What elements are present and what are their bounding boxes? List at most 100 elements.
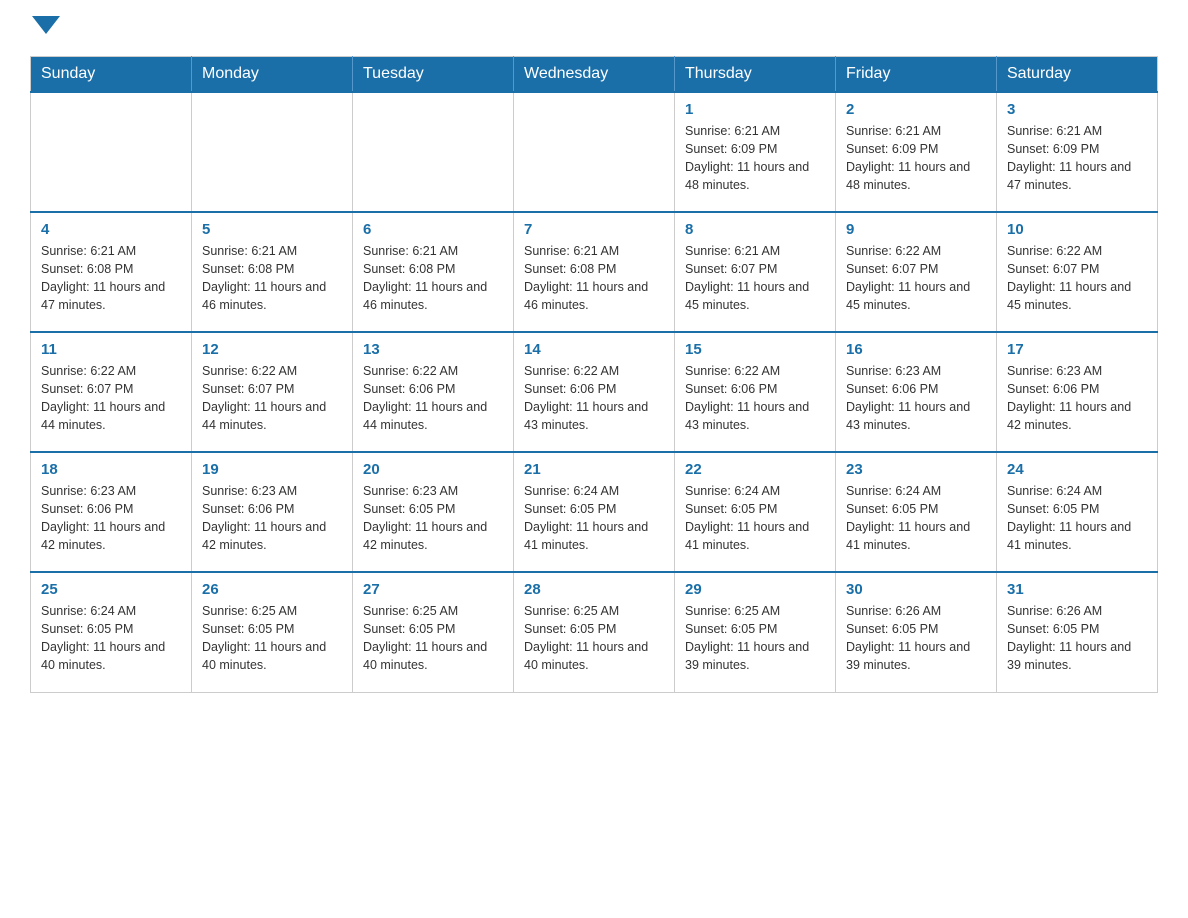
day-info: Sunrise: 6:21 AMSunset: 6:09 PMDaylight:… — [685, 122, 825, 195]
calendar-cell: 30 Sunrise: 6:26 AMSunset: 6:05 PMDayligh… — [836, 572, 997, 692]
day-number: 27 — [363, 581, 503, 598]
calendar-cell: 6 Sunrise: 6:21 AMSunset: 6:08 PMDaylight… — [353, 212, 514, 332]
calendar-cell: 2 Sunrise: 6:21 AMSunset: 6:09 PMDaylight… — [836, 92, 997, 212]
calendar-cell: 21 Sunrise: 6:24 AMSunset: 6:05 PMDayligh… — [514, 452, 675, 572]
page-header — [30, 20, 1158, 36]
day-number: 7 — [524, 221, 664, 238]
day-number: 25 — [41, 581, 181, 598]
day-info: Sunrise: 6:23 AMSunset: 6:06 PMDaylight:… — [1007, 362, 1147, 435]
day-info: Sunrise: 6:25 AMSunset: 6:05 PMDaylight:… — [524, 602, 664, 675]
calendar-cell: 18 Sunrise: 6:23 AMSunset: 6:06 PMDayligh… — [31, 452, 192, 572]
day-number: 23 — [846, 461, 986, 478]
day-number: 6 — [363, 221, 503, 238]
weekday-header-tuesday: Tuesday — [353, 57, 514, 93]
day-info: Sunrise: 6:22 AMSunset: 6:07 PMDaylight:… — [846, 242, 986, 315]
day-info: Sunrise: 6:25 AMSunset: 6:05 PMDaylight:… — [685, 602, 825, 675]
day-info: Sunrise: 6:23 AMSunset: 6:06 PMDaylight:… — [41, 482, 181, 555]
calendar-cell: 4 Sunrise: 6:21 AMSunset: 6:08 PMDaylight… — [31, 212, 192, 332]
weekday-header-row: SundayMondayTuesdayWednesdayThursdayFrid… — [31, 57, 1158, 93]
day-info: Sunrise: 6:24 AMSunset: 6:05 PMDaylight:… — [1007, 482, 1147, 555]
calendar-week-1: 1 Sunrise: 6:21 AMSunset: 6:09 PMDaylight… — [31, 92, 1158, 212]
day-info: Sunrise: 6:21 AMSunset: 6:08 PMDaylight:… — [363, 242, 503, 315]
calendar-cell — [514, 92, 675, 212]
calendar-cell: 23 Sunrise: 6:24 AMSunset: 6:05 PMDayligh… — [836, 452, 997, 572]
day-number: 4 — [41, 221, 181, 238]
calendar-cell: 19Sunrise: 6:23 AMSunset: 6:06 PMDayligh… — [192, 452, 353, 572]
calendar-week-4: 18 Sunrise: 6:23 AMSunset: 6:06 PMDayligh… — [31, 452, 1158, 572]
day-info: Sunrise: 6:26 AMSunset: 6:05 PMDaylight:… — [846, 602, 986, 675]
day-number: 13 — [363, 341, 503, 358]
calendar-cell — [31, 92, 192, 212]
day-number: 11 — [41, 341, 181, 358]
day-number: 8 — [685, 221, 825, 238]
calendar-cell: 9 Sunrise: 6:22 AMSunset: 6:07 PMDaylight… — [836, 212, 997, 332]
calendar-cell: 7 Sunrise: 6:21 AMSunset: 6:08 PMDaylight… — [514, 212, 675, 332]
day-number: 18 — [41, 461, 181, 478]
calendar-cell: 29 Sunrise: 6:25 AMSunset: 6:05 PMDayligh… — [675, 572, 836, 692]
calendar-cell: 13 Sunrise: 6:22 AMSunset: 6:06 PMDayligh… — [353, 332, 514, 452]
day-info: Sunrise: 6:22 AMSunset: 6:07 PMDaylight:… — [202, 362, 342, 435]
calendar-week-2: 4 Sunrise: 6:21 AMSunset: 6:08 PMDaylight… — [31, 212, 1158, 332]
day-number: 15 — [685, 341, 825, 358]
day-number: 14 — [524, 341, 664, 358]
day-number: 3 — [1007, 101, 1147, 118]
calendar-cell: 20Sunrise: 6:23 AMSunset: 6:05 PMDayligh… — [353, 452, 514, 572]
calendar-cell: 28 Sunrise: 6:25 AMSunset: 6:05 PMDayligh… — [514, 572, 675, 692]
weekday-header-sunday: Sunday — [31, 57, 192, 93]
day-info: Sunrise: 6:23 AMSunset: 6:05 PMDaylight:… — [363, 482, 503, 555]
weekday-header-saturday: Saturday — [997, 57, 1158, 93]
day-info: Sunrise: 6:23 AMSunset: 6:06 PMDaylight:… — [202, 482, 342, 555]
calendar-cell: 24 Sunrise: 6:24 AMSunset: 6:05 PMDayligh… — [997, 452, 1158, 572]
calendar-cell — [192, 92, 353, 212]
calendar-week-5: 25 Sunrise: 6:24 AMSunset: 6:05 PMDayligh… — [31, 572, 1158, 692]
day-number: 12 — [202, 341, 342, 358]
day-number: 31 — [1007, 581, 1147, 598]
calendar-cell: 14 Sunrise: 6:22 AMSunset: 6:06 PMDayligh… — [514, 332, 675, 452]
calendar-cell: 5 Sunrise: 6:21 AMSunset: 6:08 PMDaylight… — [192, 212, 353, 332]
calendar-cell: 8 Sunrise: 6:21 AMSunset: 6:07 PMDaylight… — [675, 212, 836, 332]
day-info: Sunrise: 6:22 AMSunset: 6:06 PMDaylight:… — [363, 362, 503, 435]
day-info: Sunrise: 6:23 AMSunset: 6:06 PMDaylight:… — [846, 362, 986, 435]
calendar-table: SundayMondayTuesdayWednesdayThursdayFrid… — [30, 56, 1158, 693]
logo-triangle-icon — [32, 16, 60, 34]
day-number: 17 — [1007, 341, 1147, 358]
day-info: Sunrise: 6:24 AMSunset: 6:05 PMDaylight:… — [524, 482, 664, 555]
day-info: Sunrise: 6:26 AMSunset: 6:05 PMDaylight:… — [1007, 602, 1147, 675]
day-number: 24 — [1007, 461, 1147, 478]
calendar-cell: 25 Sunrise: 6:24 AMSunset: 6:05 PMDayligh… — [31, 572, 192, 692]
day-number: 16 — [846, 341, 986, 358]
day-info: Sunrise: 6:22 AMSunset: 6:07 PMDaylight:… — [41, 362, 181, 435]
day-number: 1 — [685, 101, 825, 118]
day-number: 22 — [685, 461, 825, 478]
day-number: 21 — [524, 461, 664, 478]
weekday-header-thursday: Thursday — [675, 57, 836, 93]
day-number: 29 — [685, 581, 825, 598]
calendar-cell: 3 Sunrise: 6:21 AMSunset: 6:09 PMDaylight… — [997, 92, 1158, 212]
day-number: 9 — [846, 221, 986, 238]
day-info: Sunrise: 6:24 AMSunset: 6:05 PMDaylight:… — [685, 482, 825, 555]
calendar-cell: 22 Sunrise: 6:24 AMSunset: 6:05 PMDayligh… — [675, 452, 836, 572]
day-info: Sunrise: 6:21 AMSunset: 6:09 PMDaylight:… — [1007, 122, 1147, 195]
day-number: 10 — [1007, 221, 1147, 238]
day-info: Sunrise: 6:21 AMSunset: 6:07 PMDaylight:… — [685, 242, 825, 315]
calendar-week-3: 11 Sunrise: 6:22 AMSunset: 6:07 PMDayligh… — [31, 332, 1158, 452]
day-info: Sunrise: 6:21 AMSunset: 6:08 PMDaylight:… — [41, 242, 181, 315]
day-number: 28 — [524, 581, 664, 598]
day-number: 5 — [202, 221, 342, 238]
day-info: Sunrise: 6:22 AMSunset: 6:06 PMDaylight:… — [524, 362, 664, 435]
calendar-cell: 11 Sunrise: 6:22 AMSunset: 6:07 PMDayligh… — [31, 332, 192, 452]
day-info: Sunrise: 6:22 AMSunset: 6:06 PMDaylight:… — [685, 362, 825, 435]
day-info: Sunrise: 6:25 AMSunset: 6:05 PMDaylight:… — [202, 602, 342, 675]
day-info: Sunrise: 6:24 AMSunset: 6:05 PMDaylight:… — [846, 482, 986, 555]
day-info: Sunrise: 6:21 AMSunset: 6:09 PMDaylight:… — [846, 122, 986, 195]
logo — [30, 20, 60, 36]
calendar-cell — [353, 92, 514, 212]
day-info: Sunrise: 6:21 AMSunset: 6:08 PMDaylight:… — [524, 242, 664, 315]
calendar-cell: 1 Sunrise: 6:21 AMSunset: 6:09 PMDaylight… — [675, 92, 836, 212]
day-info: Sunrise: 6:21 AMSunset: 6:08 PMDaylight:… — [202, 242, 342, 315]
weekday-header-monday: Monday — [192, 57, 353, 93]
day-number: 30 — [846, 581, 986, 598]
day-number: 2 — [846, 101, 986, 118]
day-info: Sunrise: 6:24 AMSunset: 6:05 PMDaylight:… — [41, 602, 181, 675]
calendar-cell: 15 Sunrise: 6:22 AMSunset: 6:06 PMDayligh… — [675, 332, 836, 452]
